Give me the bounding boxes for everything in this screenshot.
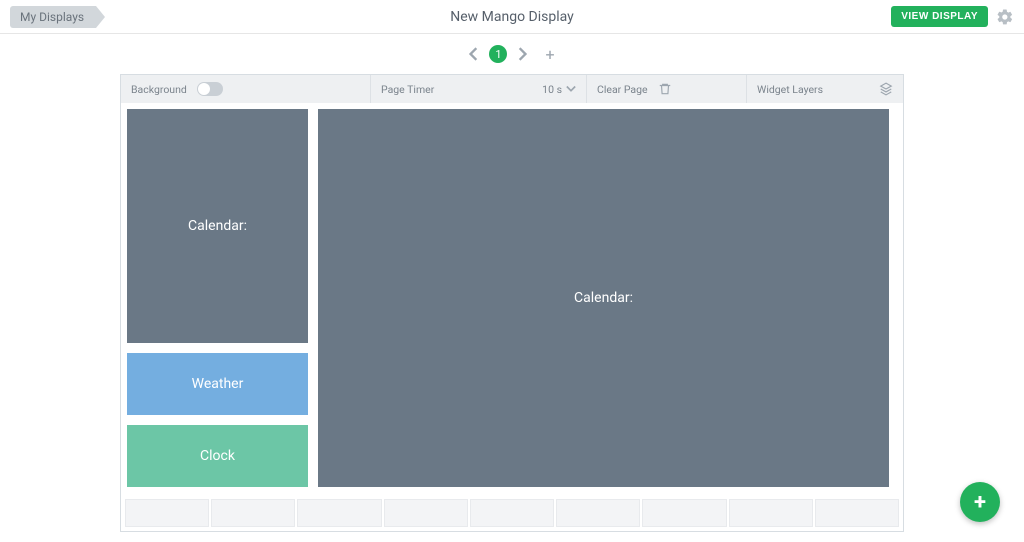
grid-cell (729, 499, 813, 527)
widget-layers-section: Widget Layers (747, 75, 903, 103)
page-timer-value: 10 s (542, 83, 562, 96)
chevron-down-icon (566, 84, 576, 94)
grid-cell (470, 499, 554, 527)
add-widget-fab[interactable]: + (960, 482, 1000, 522)
widget-calendar-large[interactable]: Calendar: (316, 107, 891, 489)
gear-icon[interactable] (996, 8, 1014, 26)
breadcrumb-my-displays[interactable]: My Displays (10, 6, 96, 28)
layout-canvas[interactable]: Calendar: Weather Clock Calendar: (121, 103, 903, 531)
view-display-button[interactable]: VIEW DISPLAY (891, 6, 988, 27)
background-section: Background (121, 75, 371, 103)
page-timer-section: Page Timer 10 s (371, 75, 587, 103)
plus-icon: + (974, 490, 986, 515)
editor-toolbar: Background Page Timer 10 s Clear Page Wi… (121, 75, 903, 103)
grid-cell (125, 499, 209, 527)
widget-weather[interactable]: Weather (125, 351, 310, 417)
prev-page-button[interactable] (469, 47, 479, 61)
grid-cell (211, 499, 295, 527)
widget-clock[interactable]: Clock (125, 423, 310, 489)
page-timer-select[interactable]: 10 s (542, 83, 576, 96)
next-page-button[interactable] (517, 47, 527, 61)
page-timer-label: Page Timer (381, 83, 434, 96)
grid-cell (642, 499, 726, 527)
grid-cell (384, 499, 468, 527)
grid-cell (297, 499, 381, 527)
add-page-button[interactable]: + (545, 45, 554, 64)
page-title: New Mango Display (450, 9, 574, 25)
clear-page-label: Clear Page (597, 83, 648, 96)
page-indicator-1[interactable]: 1 (489, 45, 507, 63)
grid-cell (556, 499, 640, 527)
widget-calendar-small[interactable]: Calendar: (125, 107, 310, 345)
top-actions: VIEW DISPLAY (891, 6, 1014, 27)
clear-page-section: Clear Page (587, 75, 747, 103)
grid-guide-row (125, 499, 899, 527)
background-label: Background (131, 83, 187, 96)
top-bar: My Displays New Mango Display VIEW DISPL… (0, 0, 1024, 34)
grid-cell (815, 499, 899, 527)
background-toggle[interactable] (197, 82, 223, 96)
widget-layers-label: Widget Layers (757, 83, 823, 96)
layers-icon[interactable] (879, 82, 893, 96)
page-navigator: 1 + (0, 34, 1024, 74)
trash-icon[interactable] (658, 82, 672, 96)
editor-frame: Background Page Timer 10 s Clear Page Wi… (120, 74, 904, 532)
